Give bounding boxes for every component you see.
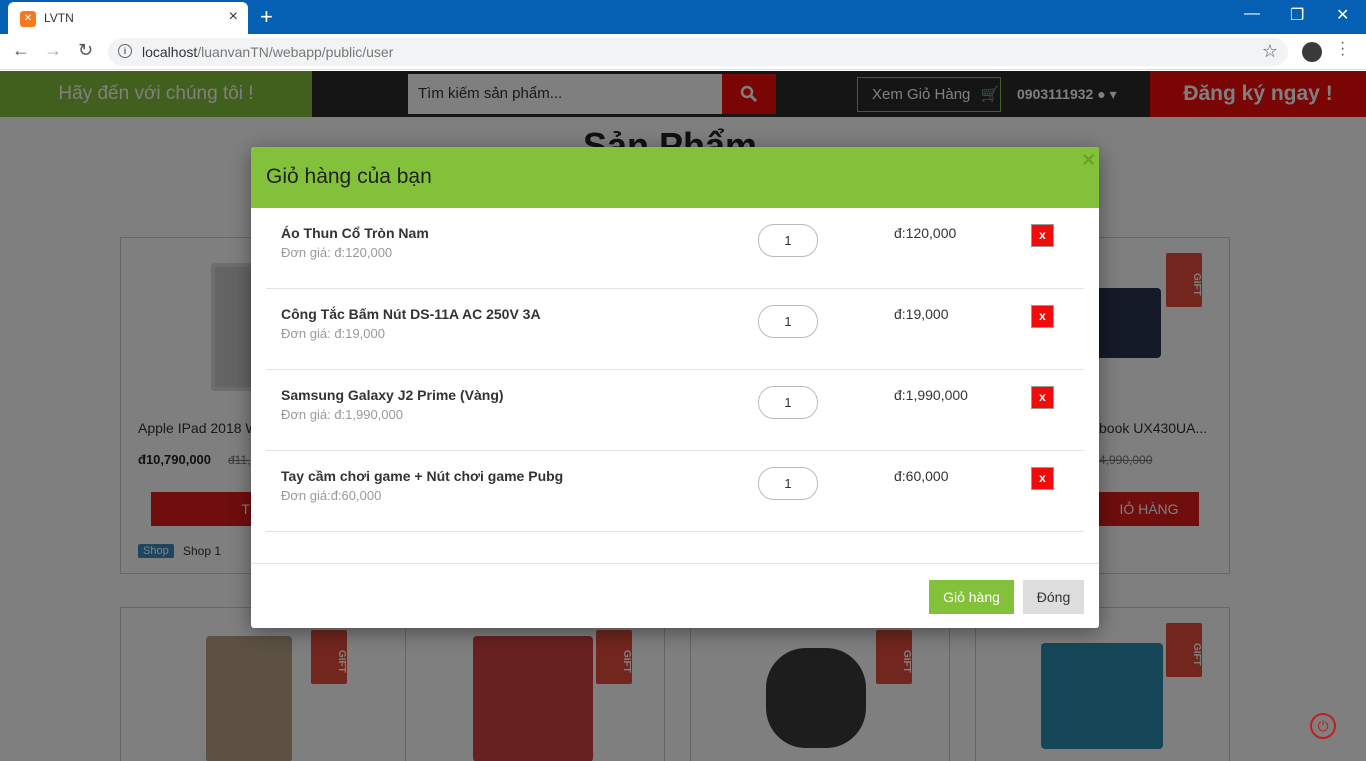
star-icon[interactable]: ☆	[1262, 41, 1278, 62]
item-unit-price: Đơn giá:đ:60,000	[281, 488, 382, 503]
close-icon[interactable]: ×	[1082, 147, 1095, 173]
minimize-icon[interactable]: —	[1244, 5, 1260, 23]
cart-item-row: Tay cầm chơi game + Nút chơi game Pubg Đ…	[266, 451, 1084, 532]
remove-item-button[interactable]: x	[1031, 224, 1054, 247]
item-total: đ:19,000	[894, 306, 949, 322]
remove-item-button[interactable]: x	[1031, 467, 1054, 490]
scroll-top-icon[interactable]: ⏻	[1310, 713, 1336, 739]
close-icon[interactable]: ×	[229, 8, 238, 26]
xampp-icon: ✕	[20, 11, 36, 27]
modal-footer: Giỏ hàng Đóng	[251, 563, 1099, 628]
address-bar: ← → ↻ i localhost/luanvanTN/webapp/publi…	[0, 34, 1366, 70]
item-name: Tay cầm chơi game + Nút chơi game Pubg	[281, 468, 564, 484]
reload-icon[interactable]: ↻	[78, 40, 93, 61]
item-unit-price: Đơn giá: đ:120,000	[281, 245, 393, 260]
extension-icon[interactable]	[1302, 42, 1322, 62]
quantity-input[interactable]: 1	[758, 305, 818, 338]
url-text: localhost/luanvanTN/webapp/public/user	[142, 44, 394, 60]
browser-tab[interactable]: ✕ LVTN ×	[8, 2, 248, 34]
cart-item-row: Samsung Galaxy J2 Prime (Vàng) Đơn giá: …	[266, 370, 1084, 451]
item-total: đ:60,000	[894, 468, 949, 484]
item-name: Công Tắc Bấm Nút DS-11A AC 250V 3A	[281, 306, 541, 322]
quantity-input[interactable]: 1	[758, 467, 818, 500]
item-name: Samsung Galaxy J2 Prime (Vàng)	[281, 387, 504, 403]
kebab-menu-icon[interactable]: · · ·	[1340, 35, 1345, 63]
cart-item-row: Áo Thun Cổ Tròn Nam Đơn giá: đ:120,000 1…	[266, 208, 1084, 289]
item-total: đ:1,990,000	[894, 387, 968, 403]
plus-icon[interactable]: +	[260, 4, 273, 30]
close-button[interactable]: Đóng	[1023, 580, 1084, 614]
modal-title: Giỏ hàng của bạn	[266, 165, 432, 188]
tab-title: LVTN	[44, 11, 74, 25]
quantity-input[interactable]: 1	[758, 224, 818, 257]
cart-modal: Giỏ hàng của bạn × Áo Thun Cổ Tròn Nam Đ…	[251, 147, 1099, 628]
back-icon[interactable]: ←	[12, 40, 30, 61]
item-unit-price: Đơn giá: đ:19,000	[281, 326, 385, 341]
forward-icon[interactable]: →	[44, 40, 62, 61]
info-icon[interactable]: i	[118, 44, 132, 58]
close-window-icon[interactable]: ✕	[1336, 5, 1349, 25]
url-field[interactable]: i localhost/luanvanTN/webapp/public/user…	[108, 38, 1288, 66]
go-to-cart-button[interactable]: Giỏ hàng	[929, 580, 1014, 614]
restore-icon[interactable]: ❐	[1290, 5, 1304, 25]
quantity-input[interactable]: 1	[758, 386, 818, 419]
remove-item-button[interactable]: x	[1031, 386, 1054, 409]
browser-tabbar: ✕ LVTN × + — ❐ ✕	[0, 0, 1366, 34]
modal-header: Giỏ hàng của bạn ×	[251, 147, 1099, 208]
item-total: đ:120,000	[894, 225, 957, 241]
remove-item-button[interactable]: x	[1031, 305, 1054, 328]
item-name: Áo Thun Cổ Tròn Nam	[281, 225, 429, 241]
cart-item-row: Công Tắc Bấm Nút DS-11A AC 250V 3A Đơn g…	[266, 289, 1084, 370]
item-unit-price: Đơn giá: đ:1,990,000	[281, 407, 404, 422]
